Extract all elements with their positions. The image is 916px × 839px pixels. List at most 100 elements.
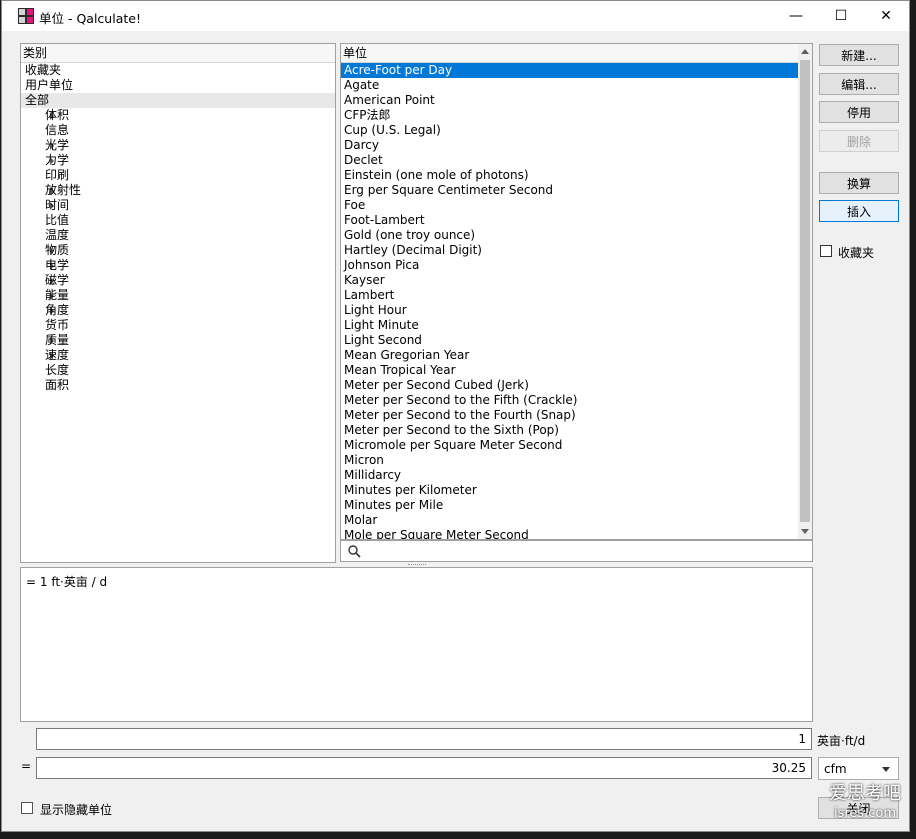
title-bar[interactable]: 单位 - Qalculate! — ☐ ✕	[2, 1, 909, 31]
favorite-checkbox[interactable]	[820, 245, 832, 257]
from-value-input[interactable]: 1	[36, 728, 812, 750]
category-item[interactable]: 面积	[21, 378, 335, 393]
category-label: 电学	[45, 258, 70, 272]
unit-item[interactable]: Hartley (Decimal Digit)	[341, 243, 798, 258]
to-unit-select[interactable]: cfm	[818, 757, 899, 780]
chevron-down-icon	[882, 767, 890, 772]
unit-item[interactable]: Einstein (one mole of photons)	[341, 168, 798, 183]
app-icon	[18, 8, 34, 24]
to-unit-value: cfm	[824, 762, 847, 776]
unit-item[interactable]: CFP法郎	[341, 108, 798, 123]
category-item[interactable]: 收藏夹	[21, 63, 335, 78]
maximize-button[interactable]: ☐	[818, 1, 864, 31]
unit-item[interactable]: Darcy	[341, 138, 798, 153]
category-item[interactable]: 全部	[21, 93, 335, 108]
description-text: = 1 ft·英亩 / d	[26, 575, 108, 589]
to-value-input[interactable]: 30.25	[36, 757, 812, 779]
unit-item[interactable]: Declet	[341, 153, 798, 168]
unit-item[interactable]: Micromole per Square Meter Second	[341, 438, 798, 453]
category-item[interactable]: 能量	[21, 288, 335, 303]
category-list: 收藏夹 用户单位 全部 体积 信息 光学 力学 印刷 放射性 时间 比值 温度 物质 电学 磁学 能量 角度 货币…	[21, 63, 335, 393]
unit-item[interactable]: Kayser	[341, 273, 798, 288]
unit-item[interactable]: Johnson Pica	[341, 258, 798, 273]
minimize-button[interactable]: —	[773, 1, 819, 31]
category-label: 信息	[45, 123, 70, 137]
delete-button[interactable]: 删除	[819, 130, 899, 152]
unit-item[interactable]: American Point	[341, 93, 798, 108]
unit-item[interactable]: Foe	[341, 198, 798, 213]
unit-item[interactable]: Light Minute	[341, 318, 798, 333]
category-label: 体积	[45, 108, 70, 122]
unit-list-panel[interactable]: 单位 Acre-Foot per Day Agate American Point C…	[340, 43, 813, 540]
category-item[interactable]: 物质	[21, 243, 335, 258]
window-title: 单位 - Qalculate!	[39, 11, 141, 26]
category-item[interactable]: 时间	[21, 198, 335, 213]
convert-button[interactable]: 换算	[819, 172, 899, 194]
unit-item[interactable]: Erg per Square Centimeter Second	[341, 183, 798, 198]
category-item[interactable]: 电学	[21, 258, 335, 273]
unit-item[interactable]: Mean Gregorian Year	[341, 348, 798, 363]
category-label: 光学	[45, 138, 70, 152]
unit-item[interactable]: Micron	[341, 453, 798, 468]
category-label: 能量	[45, 288, 70, 302]
watermark: 爱思考吧 isres.com	[822, 784, 908, 826]
unit-item[interactable]: Gold (one troy ounce)	[341, 228, 798, 243]
unit-item[interactable]: Foot-Lambert	[341, 213, 798, 228]
search-icon	[348, 545, 361, 558]
unit-item[interactable]: Cup (U.S. Legal)	[341, 123, 798, 138]
unit-description: = 1 ft·英亩 / d	[20, 567, 813, 722]
disable-button[interactable]: 停用	[819, 101, 899, 123]
category-label: 物质	[45, 243, 70, 257]
edit-button[interactable]: 编辑...	[819, 73, 899, 95]
unit-item[interactable]: Minutes per Kilometer	[341, 483, 798, 498]
category-item[interactable]: 体积	[21, 108, 335, 123]
category-item[interactable]: 光学	[21, 138, 335, 153]
category-item[interactable]: 角度	[21, 303, 335, 318]
unit-item[interactable]: Light Second	[341, 333, 798, 348]
category-item[interactable]: 信息	[21, 123, 335, 138]
scroll-up-icon[interactable]	[801, 49, 809, 54]
show-hidden-checkbox[interactable]	[21, 802, 33, 814]
category-header[interactable]: 类别	[21, 44, 335, 63]
unit-item[interactable]: Meter per Second to the Sixth (Pop)	[341, 423, 798, 438]
scroll-thumb[interactable]	[800, 60, 810, 522]
unit-item[interactable]: Mean Tropical Year	[341, 363, 798, 378]
unit-item[interactable]: Mole per Square Meter Second	[341, 528, 798, 539]
unit-item[interactable]: Lambert	[341, 288, 798, 303]
category-item[interactable]: 比值	[21, 213, 335, 228]
unit-list-scrollbar[interactable]	[798, 44, 812, 539]
category-item[interactable]: 力学	[21, 153, 335, 168]
category-item[interactable]: 质量	[21, 333, 335, 348]
to-value: 30.25	[771, 761, 806, 775]
equals-sign: =	[21, 759, 32, 773]
category-item[interactable]: 放射性	[21, 183, 335, 198]
unit-item[interactable]: Agate	[341, 78, 798, 93]
scroll-down-icon[interactable]	[801, 529, 809, 534]
category-item[interactable]: 用户单位	[21, 78, 335, 93]
category-item[interactable]: 长度	[21, 363, 335, 378]
category-item[interactable]: 印刷	[21, 168, 335, 183]
category-item[interactable]: 货币	[21, 318, 335, 333]
new-button[interactable]: 新建...	[819, 44, 899, 66]
unit-item[interactable]: Millidarcy	[341, 468, 798, 483]
watermark-line2: isres.com	[833, 806, 897, 821]
unit-item[interactable]: Acre-Foot per Day	[341, 63, 798, 78]
category-tree[interactable]: 类别 收藏夹 用户单位 全部 体积 信息 光学 力学 印刷 放射性 时间 比值 温度 物质 电学 磁学 能量角…	[20, 43, 336, 563]
unit-item[interactable]: Meter per Second Cubed (Jerk)	[341, 378, 798, 393]
unit-item[interactable]: Light Hour	[341, 303, 798, 318]
category-item[interactable]: 速度	[21, 348, 335, 363]
unit-item[interactable]: Molar	[341, 513, 798, 528]
category-item[interactable]: 磁学	[21, 273, 335, 288]
close-window-button[interactable]: ✕	[863, 1, 909, 31]
category-item[interactable]: 温度	[21, 228, 335, 243]
favorite-label: 收藏夹	[838, 246, 875, 260]
insert-button[interactable]: 插入	[819, 200, 899, 222]
unit-item[interactable]: Meter per Second to the Fifth (Crackle)	[341, 393, 798, 408]
unit-item[interactable]: Minutes per Mile	[341, 498, 798, 513]
unit-search-input[interactable]	[340, 540, 813, 562]
category-label: 全部	[25, 93, 50, 107]
unit-header[interactable]: 单位	[341, 44, 800, 63]
category-label: 力学	[45, 153, 70, 167]
unit-item[interactable]: Meter per Second to the Fourth (Snap)	[341, 408, 798, 423]
category-label: 长度	[45, 363, 70, 377]
